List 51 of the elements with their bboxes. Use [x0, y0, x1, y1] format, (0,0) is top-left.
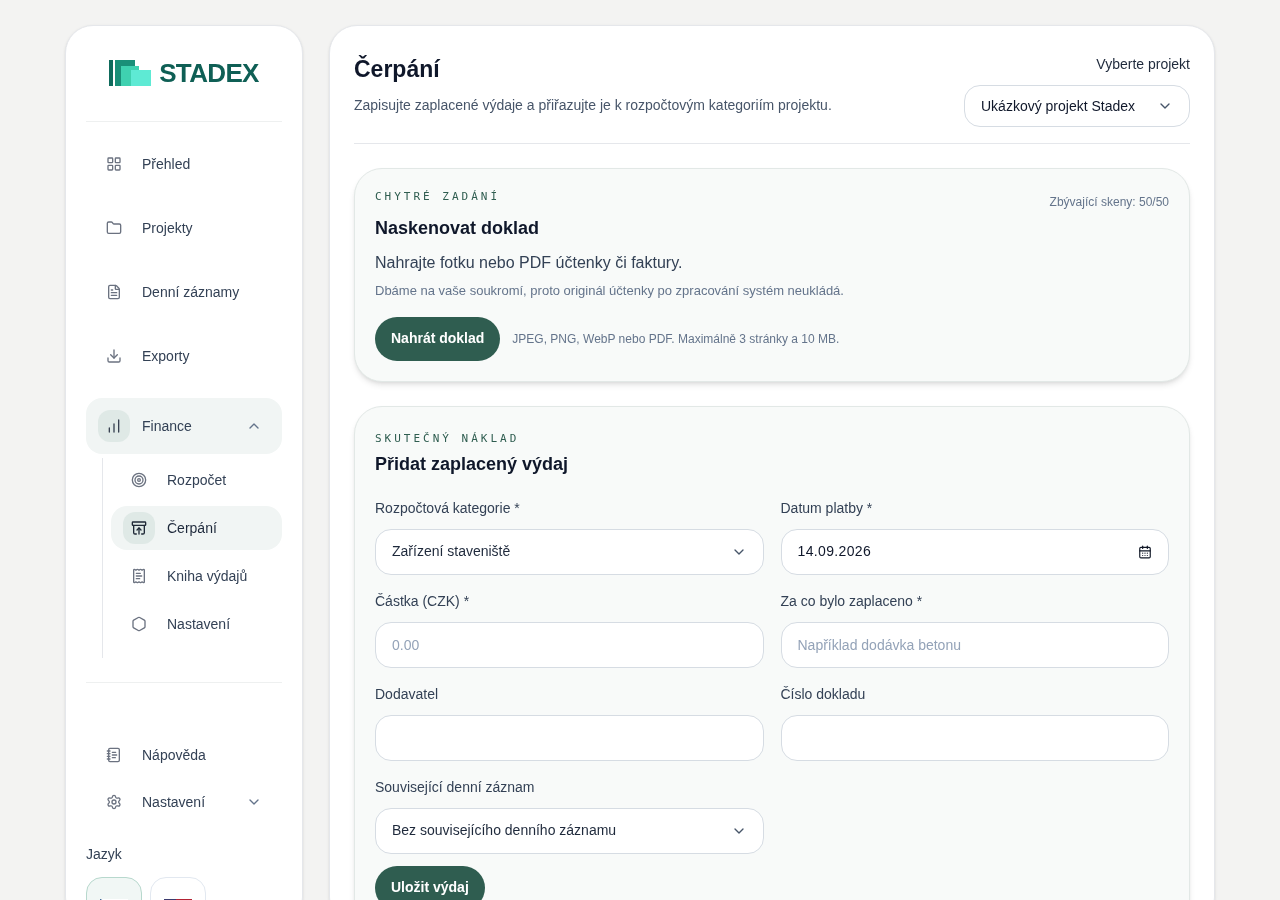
nav-item[interactable]: Nápověda	[86, 733, 282, 777]
nav-item[interactable]: Exporty	[86, 334, 282, 378]
calendar-icon	[1138, 544, 1152, 559]
field-label: Datum platby *	[780, 498, 874, 518]
eyebrow-label: SKUTEČNÝ NÁKLAD	[375, 431, 520, 445]
upload-hint: JPEG, PNG, WebP nebo PDF. Maximálně 3 stránky a 10 MB.	[512, 330, 840, 348]
upload-button[interactable]: Nahrát doklad	[375, 316, 501, 361]
project-select[interactable]: Ukázkový projekt Stadex	[964, 85, 1190, 127]
notebook-icon	[106, 747, 122, 763]
input-field[interactable]: 0.00	[375, 621, 764, 668]
eyebrow-label: CHYTRÉ ZADÁNÍ	[375, 189, 501, 205]
card-title: Naskenovat doklad	[375, 217, 541, 240]
chart-icon	[98, 410, 130, 442]
sub-nav-item[interactable]: Rozpočet	[111, 458, 282, 502]
logo-icon	[109, 59, 152, 88]
nav-item[interactable]: Nastavení	[86, 780, 282, 824]
sub-nav-item[interactable]: Čerpání	[111, 506, 282, 550]
page-subtitle: Zapisujte zaplacené výdaje a přiřazujte je k rozpočtovým kategoriím projektu.	[354, 95, 832, 115]
field-label: Související denní záznam	[375, 777, 536, 797]
tray-icon	[123, 512, 155, 544]
input-field[interactable]	[375, 714, 764, 761]
field-label: Za co bylo zaplaceno *	[780, 591, 924, 611]
card-text: Nahrajte fotku nebo PDF účtenky či faktury.	[375, 253, 684, 273]
language-label: Jazyk	[86, 845, 123, 864]
nav-item[interactable]: Projekty	[86, 206, 282, 250]
select-field[interactable]: Zařízení staveniště	[375, 528, 764, 575]
nav-item[interactable]: Přehled	[86, 142, 282, 186]
page-title: Čerpání	[354, 54, 442, 84]
field-label: Číslo dokladu	[780, 684, 867, 704]
field-label: Dodavatel	[375, 684, 440, 704]
select-field[interactable]: Bez souvisejícího denního záznamu	[375, 807, 764, 854]
card-title: Přidat zaplacený výdaj	[375, 452, 570, 476]
nav-group-header[interactable]: Finance	[86, 398, 282, 454]
nav-item[interactable]: Denní záznamy	[86, 270, 282, 314]
privacy-note: Dbáme na vaše soukromí, proto originál účtenky po zpracování systém neukládá.	[375, 282, 845, 300]
field-label: Rozpočtová kategorie *	[375, 498, 521, 518]
document-icon	[106, 284, 122, 300]
field-label: Částka (CZK) *	[375, 591, 471, 611]
input-field[interactable]: Například dodávka betonu	[780, 621, 1169, 668]
project-label: Vyberte projekt	[1096, 55, 1190, 74]
date-field[interactable]: 14.09.2026	[780, 528, 1169, 575]
download-icon	[106, 348, 122, 364]
input-field[interactable]	[780, 714, 1169, 761]
save-button[interactable]: Uložit výdaj	[375, 865, 485, 900]
scan-counter: Zbývající skeny: 50/50	[1049, 194, 1169, 211]
logo-text: STADEX	[159, 57, 259, 90]
folder-icon	[106, 220, 122, 236]
settings-icon	[106, 794, 122, 810]
sub-nav-item[interactable]: Kniha výdajů	[111, 554, 282, 598]
grid-icon	[106, 156, 122, 172]
sub-nav-item[interactable]: Nastavení	[111, 602, 282, 646]
